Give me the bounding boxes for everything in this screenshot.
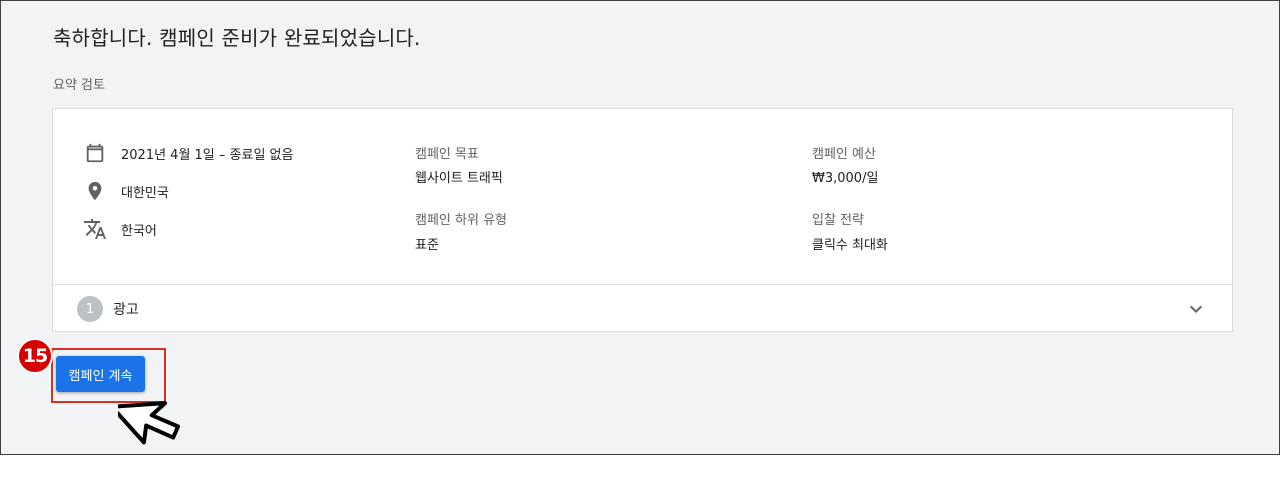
- date-row: 2021년 4월 1일 – 종료일 없음: [83, 141, 293, 165]
- translate-icon: [83, 217, 107, 241]
- ads-section-row[interactable]: 1 광고: [53, 285, 1232, 332]
- language-row: 한국어: [83, 217, 157, 241]
- ads-section-label: 광고: [113, 302, 139, 318]
- chevron-down-icon[interactable]: [1184, 297, 1208, 321]
- step-badge: 15: [17, 338, 53, 374]
- location-pin-icon: [83, 179, 107, 203]
- goal-value: 웹사이트 트래픽: [415, 171, 503, 186]
- subtype-value: 표준: [415, 238, 439, 253]
- calendar-icon: [83, 141, 107, 165]
- page-title: 축하합니다. 캠페인 준비가 완료되었습니다.: [53, 26, 421, 50]
- budget-value: ₩3,000/일: [812, 171, 879, 186]
- summary-card: 2021년 4월 1일 – 종료일 없음 대한민국 한국어 캠페인 목표 웹사이…: [52, 108, 1233, 332]
- location-row: 대한민국: [83, 179, 169, 203]
- pointer-cursor-icon: [118, 401, 181, 445]
- bidding-title: 입찰 전략: [812, 213, 864, 228]
- budget-title: 캠페인 예산: [812, 147, 876, 162]
- language-text: 한국어: [121, 223, 157, 239]
- goal-title: 캠페인 목표: [415, 147, 479, 162]
- subtype-title: 캠페인 하위 유형: [415, 213, 507, 228]
- location-text: 대한민국: [121, 185, 169, 201]
- date-text: 2021년 4월 1일 – 종료일 없음: [121, 147, 294, 163]
- bidding-value: 클릭수 최대화: [812, 238, 888, 253]
- summary-section-label: 요약 검토: [53, 78, 105, 93]
- ads-step-number: 1: [77, 296, 103, 322]
